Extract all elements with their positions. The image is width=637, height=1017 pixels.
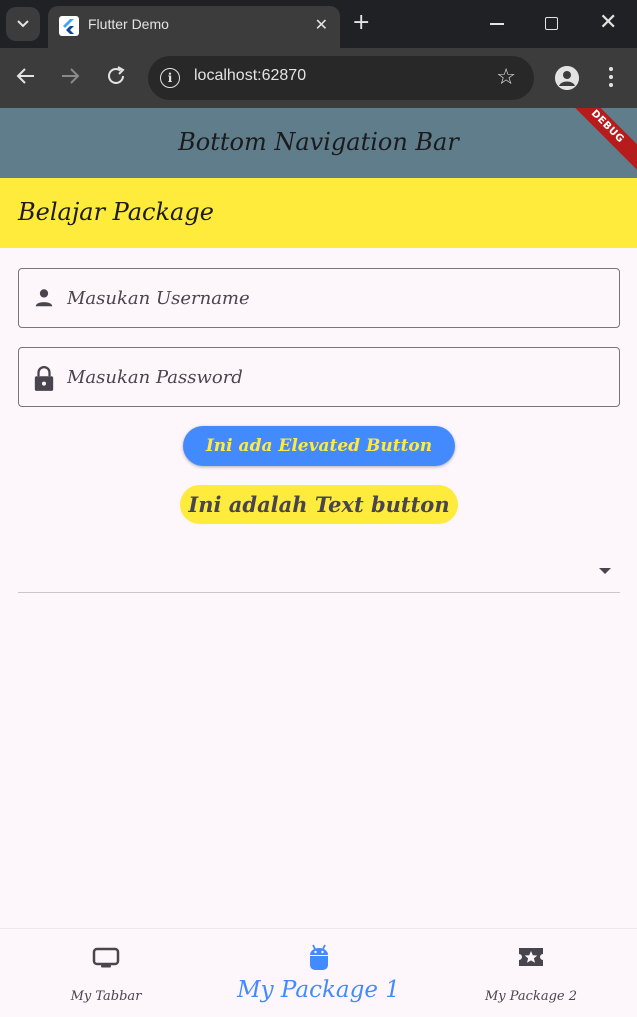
ticket-star-icon xyxy=(519,948,543,966)
section-header: Belajar Package xyxy=(0,178,637,248)
browser-menu-icon[interactable] xyxy=(609,67,613,91)
nav-item-my-package-2[interactable]: My Package 2 xyxy=(425,929,637,1017)
profile-avatar-icon[interactable] xyxy=(555,66,579,90)
nav-label-my-package-1: My Package 1 xyxy=(237,977,400,1003)
app-bar: Bottom Navigation Bar DEBUG xyxy=(0,108,637,178)
url-text[interactable]: localhost:62870 xyxy=(194,67,306,85)
person-icon xyxy=(35,289,53,307)
lock-icon xyxy=(34,366,54,391)
nav-label-my-package-2: My Package 2 xyxy=(484,989,578,1004)
back-arrow-icon[interactable] xyxy=(14,64,38,88)
username-field[interactable] xyxy=(18,268,620,328)
flutter-logo-icon xyxy=(59,16,79,36)
forward-arrow-icon[interactable] xyxy=(58,64,82,88)
browser-tabstrip: Flutter Demo ✕ + ✕ xyxy=(0,0,637,48)
android-icon xyxy=(309,944,328,970)
dropdown-arrow-icon[interactable] xyxy=(599,568,611,574)
section-title: Belajar Package xyxy=(18,198,214,226)
address-bar[interactable]: i localhost:62870 ☆ xyxy=(148,56,534,100)
reload-icon[interactable] xyxy=(104,64,128,88)
username-input[interactable] xyxy=(67,283,597,313)
nav-item-my-package-1[interactable]: My Package 1 xyxy=(212,929,425,1017)
site-info-icon[interactable]: i xyxy=(160,68,180,88)
tab-title: Flutter Demo xyxy=(88,16,169,32)
tab-search-button[interactable] xyxy=(6,7,40,41)
window-close-icon[interactable]: ✕ xyxy=(599,10,617,36)
maximize-icon[interactable] xyxy=(545,17,558,30)
minimize-icon[interactable] xyxy=(490,23,504,25)
browser-tab[interactable]: Flutter Demo ✕ xyxy=(48,6,340,48)
elevated-button[interactable]: Ini ada Elevated Button xyxy=(183,426,455,466)
password-input[interactable] xyxy=(67,362,597,392)
bookmark-star-icon[interactable]: ☆ xyxy=(496,65,516,90)
bottom-navigation-bar: My Tabbar My Package 1 My Package 2 xyxy=(0,928,637,1017)
nav-item-my-tabbar[interactable]: My Tabbar xyxy=(0,929,212,1017)
text-button[interactable]: Ini adalah Text button xyxy=(180,485,458,524)
tv-icon xyxy=(92,947,120,968)
dropdown-select[interactable] xyxy=(18,555,620,593)
browser-toolbar: i localhost:62870 ☆ xyxy=(0,48,637,108)
password-field[interactable] xyxy=(18,347,620,407)
new-tab-icon[interactable]: + xyxy=(352,10,370,36)
close-tab-icon[interactable]: ✕ xyxy=(315,15,328,34)
chevron-down-icon xyxy=(17,20,29,28)
nav-label-my-tabbar: My Tabbar xyxy=(70,989,142,1004)
app-bar-title: Bottom Navigation Bar xyxy=(178,128,459,156)
